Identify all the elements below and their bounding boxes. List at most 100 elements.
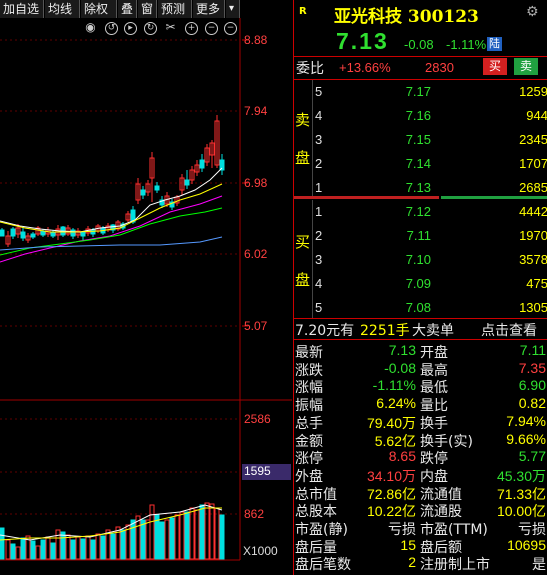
ask-row[interactable]: 4 7.16 944 <box>294 104 547 128</box>
stat-row: 涨停 8.65 跌停 5.77 <box>294 448 547 467</box>
level-price: 7.10 <box>405 252 431 267</box>
level-index: 4 <box>315 108 323 123</box>
level-volume: 1259 <box>519 84 547 99</box>
kline-svg <box>0 18 292 561</box>
candle-body <box>70 229 76 237</box>
volume-bar <box>209 503 215 560</box>
candle-body <box>20 231 26 239</box>
level-price: 7.12 <box>405 204 431 219</box>
price-axis-label: 6.98 <box>244 176 268 190</box>
bid-row[interactable]: 4 7.09 475 <box>294 272 547 296</box>
candle-body <box>154 185 160 191</box>
volume-bar <box>120 529 126 560</box>
volume-bar <box>204 502 210 560</box>
volume-bar <box>219 514 225 560</box>
candle-body <box>199 159 205 169</box>
level-price: 7.13 <box>405 180 431 195</box>
price-axis-label: 7.94 <box>244 104 268 118</box>
stat-value: 5.77 <box>518 448 546 465</box>
bid-row[interactable]: 5 7.08 1305 <box>294 296 547 320</box>
volume-bar <box>5 539 11 560</box>
stat-row: 外盘 34.10万 内盘 45.30万 <box>294 466 547 485</box>
ask-row[interactable]: 3 7.15 2345 <box>294 128 547 152</box>
divider <box>294 339 547 340</box>
volume-bar <box>65 534 71 560</box>
level-index: 3 <box>315 132 323 147</box>
stat-row: 盘后量 15 盘后额 10695 <box>294 536 547 556</box>
volume-bar <box>100 535 106 560</box>
volume-bar <box>214 507 220 560</box>
bid-row[interactable]: 1 7.12 4442 <box>294 200 547 224</box>
volume-bar <box>15 546 21 560</box>
volume-bar <box>85 535 91 560</box>
volume-bar <box>40 539 46 560</box>
level-index: 5 <box>315 84 323 99</box>
big-order-label: 大卖单 <box>412 323 454 339</box>
quote-tag: R <box>299 6 307 17</box>
ma5-line <box>0 167 223 233</box>
candle-body <box>30 233 36 238</box>
level-volume: 1970 <box>519 228 547 243</box>
stat-value: 7.35 <box>518 359 546 376</box>
stat-value: 是 <box>532 556 546 573</box>
stat-row: 涨幅 -1.11% 最低 6.90 <box>294 377 547 396</box>
stock-name: 亚光科技 300123 <box>334 7 479 27</box>
volume-bar <box>10 543 16 560</box>
sell-button[interactable]: 卖 <box>514 58 538 75</box>
stat-value: 6.24% <box>376 395 416 412</box>
level-price: 7.15 <box>405 132 431 147</box>
volume-bar <box>35 545 41 560</box>
volume-bar <box>60 531 66 560</box>
stat-value: 7.13 <box>388 342 416 358</box>
stat-value: 15 <box>400 536 416 553</box>
stat-value: 9.66% <box>506 430 546 447</box>
level-index: 2 <box>315 228 323 243</box>
volume-bar <box>45 536 51 560</box>
volume-bar <box>0 527 5 560</box>
volume-bar <box>199 504 205 560</box>
settings-gear-icon[interactable]: ⚙ <box>526 4 539 20</box>
stat-value: 8.65 <box>388 448 416 465</box>
stat-label: 注册制上市 <box>420 557 490 574</box>
big-order-volume: 2251手 <box>360 323 410 339</box>
volume-bar <box>110 533 116 560</box>
volume-bar <box>130 519 136 560</box>
weibi-label: 委比 <box>296 61 324 77</box>
price-change: -0.08 <box>404 37 434 52</box>
hsgt-badge: 陆 <box>487 37 502 51</box>
volume-cursor-label: 1595 <box>242 464 291 480</box>
volume-bar <box>70 539 76 560</box>
level-index: 3 <box>315 252 323 267</box>
ask-row[interactable]: 5 7.17 1259 <box>294 80 547 104</box>
ask-row[interactable]: 2 7.14 1707 <box>294 152 547 176</box>
stat-value: 6.90 <box>518 377 546 394</box>
sell-volume-bar <box>294 196 439 199</box>
big-order-row[interactable]: 7.20元有 2251手 大卖单 点击查看 <box>294 320 547 340</box>
bid-row[interactable]: 3 7.10 3578 <box>294 248 547 272</box>
level-price: 7.09 <box>405 276 431 291</box>
volume-axis-label: 862 <box>244 507 265 521</box>
stat-row: 最新 7.13 开盘 7.11 <box>294 342 547 361</box>
big-order-link[interactable]: 点击查看 <box>481 320 537 340</box>
volume-bar <box>154 514 160 560</box>
level-volume: 475 <box>526 276 547 291</box>
level-index: 2 <box>315 156 323 171</box>
candle-body <box>50 231 56 237</box>
level-price: 7.17 <box>405 84 431 99</box>
stat-row: 振幅 6.24% 量比 0.82 <box>294 395 547 414</box>
divider <box>294 318 547 319</box>
buy-volume-bar <box>441 196 547 199</box>
buy-button[interactable]: 买 <box>483 58 507 75</box>
bid-row[interactable]: 2 7.11 1970 <box>294 224 547 248</box>
candle-body <box>10 228 16 237</box>
stat-row: 总股本 10.22亿 流通股 10.00亿 <box>294 501 547 520</box>
volume-bar <box>30 540 36 560</box>
volume-bar <box>149 504 155 560</box>
volume-bar <box>174 514 180 560</box>
volume-bar <box>20 537 26 560</box>
volume-bar <box>75 536 81 560</box>
kline-chart-area[interactable]: 加自选 均线 除权叠窗预测 更多 ▾ ◉ ↺ ▸ ↻ ✂ + − − 8.88 7.94… <box>0 0 292 575</box>
level-index: 4 <box>315 276 323 291</box>
level-price: 7.11 <box>406 228 431 243</box>
level-price: 7.08 <box>405 300 431 315</box>
